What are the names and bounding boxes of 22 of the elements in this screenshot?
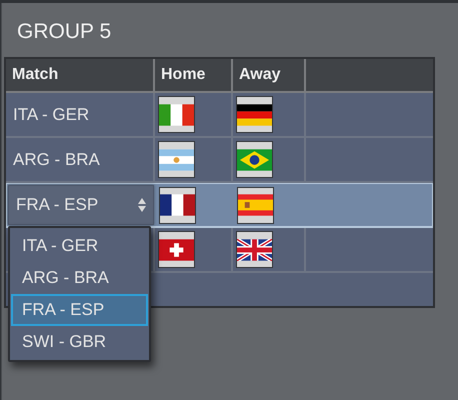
match-combobox[interactable]: FRA - ESP [8,185,154,225]
column-header[interactable]: Match [6,59,155,91]
germany-flag-icon [236,96,273,133]
argentina-flag-icon [158,141,195,178]
union-jack-flag-icon [236,231,273,268]
dropdown-option[interactable]: ARG - BRA [11,262,148,294]
italy-flag-icon [158,96,195,133]
dropdown-option[interactable]: SWI - GBR [11,326,148,358]
brazil-flag-icon [236,141,273,178]
match-cell-text: ITA - GER [12,104,90,126]
switzerland-flag-icon [158,231,195,268]
dropdown-option[interactable]: ITA - GER [11,230,148,262]
france-flag-icon [159,186,196,224]
match-cell-text: ARG - BRA [12,148,100,171]
dropdown-option[interactable]: FRA - ESP [11,294,148,326]
group-title: GROUP 5 [17,19,112,45]
table-row[interactable]: FRA - ESP [6,183,433,228]
column-header[interactable]: Away [233,59,306,91]
column-header[interactable]: Home [155,59,233,91]
spinner-arrows-icon [138,198,146,212]
table-row[interactable]: ITA - GER [6,93,433,138]
spain-flag-icon [237,186,274,224]
